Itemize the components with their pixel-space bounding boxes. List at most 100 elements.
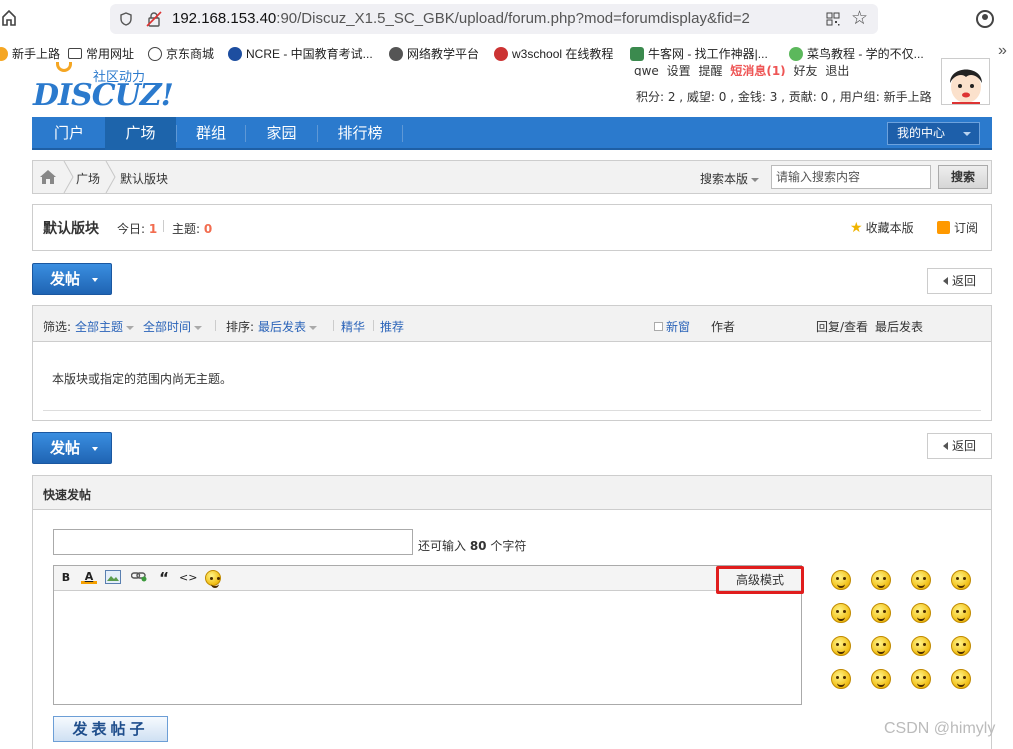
submit-post-button[interactable]: 发表帖子 <box>53 716 168 742</box>
column-reply-view[interactable]: 回复/查看 <box>816 318 868 335</box>
bookmark-folder[interactable]: 常用网址 <box>68 45 134 62</box>
quote-icon[interactable]: “ <box>156 570 172 586</box>
nav-item-portal[interactable]: 门户 <box>32 117 106 150</box>
char-remaining: 还可输入 80 个字符 <box>418 537 526 554</box>
column-author[interactable]: 作者 <box>711 318 735 335</box>
user-links: qwe 设置 提醒 短消息(1) 好友 退出 <box>634 62 853 76</box>
chevron-down-icon <box>963 132 971 136</box>
smiley-icon[interactable] <box>831 603 851 623</box>
breadcrumb-item-forum[interactable]: 默认版块 <box>120 170 168 187</box>
url-text[interactable]: 192.168.153.40:90/Discuz_X1.5_SC_GBK/upl… <box>172 10 750 27</box>
bookmark-item[interactable]: 菜鸟教程 - 学的不仅... <box>789 45 924 62</box>
sort-select[interactable]: 最后发表 <box>258 318 318 335</box>
nav-item-square[interactable]: 广场 <box>105 117 176 150</box>
bookmark-item[interactable]: w3school 在线教程 <box>494 45 613 62</box>
new-window-checkbox[interactable]: 新窗 <box>654 318 690 335</box>
qr-code-icon[interactable] <box>826 12 840 26</box>
filter-all-topics[interactable]: 全部主题 <box>75 318 135 335</box>
filter-all-time[interactable]: 全部时间 <box>143 318 203 335</box>
new-post-button[interactable]: 发帖 <box>32 263 112 295</box>
filter-recommend[interactable]: 推荐 <box>380 318 404 335</box>
font-color-icon[interactable]: A <box>81 570 97 584</box>
smiley-icon[interactable] <box>871 636 891 656</box>
settings-link[interactable]: 设置 <box>667 64 691 76</box>
nav-item-home[interactable]: 家园 <box>246 117 317 150</box>
home-icon[interactable] <box>2 10 16 26</box>
smiley-icon[interactable] <box>831 636 851 656</box>
back-label: 返回 <box>951 439 976 453</box>
bold-icon[interactable]: B <box>58 570 74 586</box>
bookmark-star-icon[interactable]: ☆ <box>851 8 868 28</box>
user-stats: 积分: 2 , 威望: 0 , 金钱: 3 , 贡献: 0 , 用户组: 新手上… <box>636 90 932 104</box>
filter-digest[interactable]: 精华 <box>341 318 365 335</box>
new-window-label: 新窗 <box>666 320 691 334</box>
notice-link[interactable]: 提醒 <box>699 64 723 76</box>
breadcrumb-separator-icon <box>105 161 116 193</box>
avatar[interactable] <box>941 58 990 105</box>
post-editor[interactable]: B A “ <> <box>53 565 802 705</box>
search-scope-label: 搜索本版 <box>700 172 749 186</box>
new-post-button[interactable]: 发帖 <box>32 432 112 464</box>
smiley-icon[interactable] <box>871 669 891 689</box>
smiley-icon[interactable] <box>951 636 971 656</box>
advanced-mode-link[interactable]: 高级模式 <box>716 566 804 594</box>
my-center-dropdown[interactable]: 我的中心 <box>887 122 980 145</box>
bookmark-item[interactable]: 牛客网 - 找工作神器|... <box>630 45 768 62</box>
smiley-icon[interactable] <box>951 603 971 623</box>
smiley-icon[interactable] <box>871 603 891 623</box>
home-icon[interactable] <box>40 170 56 184</box>
shield-icon[interactable] <box>120 12 132 26</box>
bookmark-item[interactable]: 网络教学平台 <box>389 45 479 62</box>
logout-link[interactable]: 退出 <box>825 64 849 76</box>
search-button[interactable]: 搜索 <box>938 165 988 189</box>
smiley-icon[interactable] <box>911 636 931 656</box>
breadcrumb-separator-icon <box>63 161 74 193</box>
sort-label: 排序: <box>226 320 255 334</box>
smiley-icon[interactable] <box>871 570 891 590</box>
nav-item-ranking[interactable]: 排行榜 <box>318 117 402 150</box>
insecure-lock-icon[interactable] <box>146 11 162 27</box>
favorite-forum-button[interactable]: ★ 收藏本版 <box>850 219 914 236</box>
friends-link[interactable]: 好友 <box>794 64 818 76</box>
post-title-input[interactable] <box>53 529 413 555</box>
remain-prefix: 还可输入 <box>418 539 470 553</box>
subscribe-button[interactable]: 订阅 <box>937 219 978 236</box>
back-button[interactable]: 返回 <box>927 268 992 294</box>
address-bar[interactable]: 192.168.153.40:90/Discuz_X1.5_SC_GBK/upl… <box>110 4 878 34</box>
bookmark-item[interactable]: NCRE - 中国教育考试... <box>228 45 373 62</box>
new-post-label: 发帖 <box>50 439 81 457</box>
my-center-label: 我的中心 <box>897 126 946 140</box>
search-scope-select[interactable]: 搜索本版 <box>700 170 760 187</box>
divider <box>215 320 216 331</box>
quick-post-panel: 快速发帖 还可输入 80 个字符 B A “ <> 高级模式 发表帖子 <box>32 475 992 749</box>
star-icon: ★ <box>850 220 863 236</box>
smiley-icon[interactable] <box>911 669 931 689</box>
bookmarks-overflow-icon[interactable]: » <box>998 42 1007 60</box>
smiley-icon[interactable] <box>911 603 931 623</box>
smiley-icon[interactable] <box>911 570 931 590</box>
smiley-icon[interactable] <box>831 669 851 689</box>
column-last-post[interactable]: 最后发表 <box>875 318 923 335</box>
browser-toolbar: 192.168.153.40:90/Discuz_X1.5_SC_GBK/upl… <box>0 0 1013 38</box>
today-value: 1 <box>148 222 158 236</box>
back-button[interactable]: 返回 <box>927 433 992 459</box>
filter-label: 筛选: <box>43 320 72 334</box>
image-icon[interactable] <box>105 570 121 586</box>
sort-value: 最后发表 <box>258 320 307 334</box>
code-icon[interactable]: <> <box>179 570 197 586</box>
smiley-icon[interactable] <box>951 570 971 590</box>
account-icon[interactable] <box>976 10 994 28</box>
nav-item-groups[interactable]: 群组 <box>177 117 245 150</box>
link-icon[interactable] <box>130 570 147 586</box>
divider <box>333 320 334 331</box>
smiley-icon[interactable] <box>951 669 971 689</box>
search-input[interactable]: 请输入搜索内容 <box>771 165 931 189</box>
smiley-icon[interactable] <box>205 570 221 588</box>
bookmark-item[interactable]: 新手上路 <box>0 45 60 62</box>
pm-link[interactable]: 短消息(1) <box>730 64 785 76</box>
username-link[interactable]: qwe <box>634 64 659 76</box>
smiley-icon[interactable] <box>831 570 851 590</box>
breadcrumb-item-square[interactable]: 广场 <box>76 170 100 187</box>
bookmark-item[interactable]: 京东商城 <box>148 45 214 62</box>
w3school-favicon-icon <box>494 46 508 61</box>
